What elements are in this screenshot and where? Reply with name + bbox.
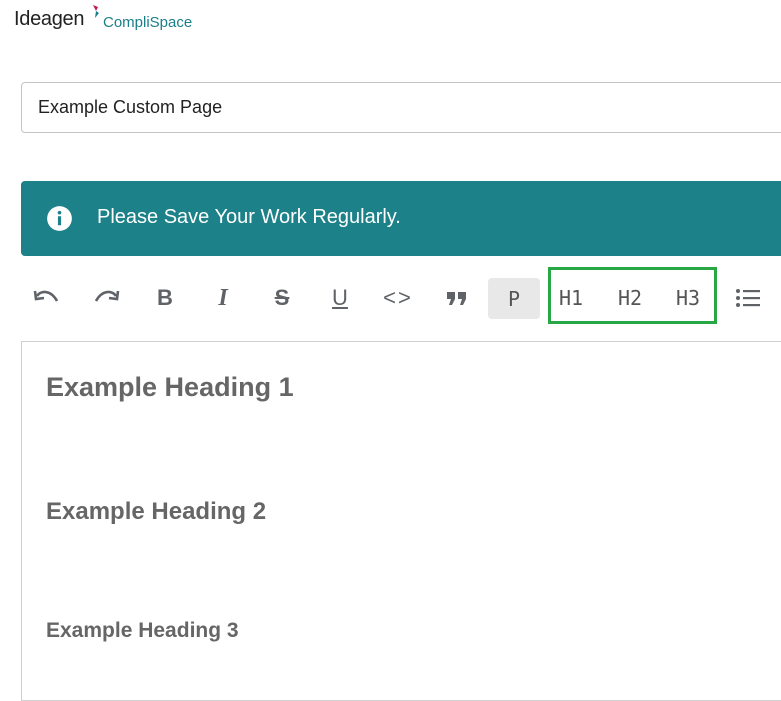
paragraph-button[interactable]: P <box>488 278 540 319</box>
bold-button[interactable]: B <box>139 276 191 320</box>
save-reminder-banner: Please Save Your Work Regularly. <box>21 181 781 256</box>
heading2-button[interactable]: H2 <box>604 276 656 320</box>
italic-button[interactable]: I <box>197 276 249 320</box>
redo-button[interactable] <box>80 276 132 320</box>
editor-content-area[interactable]: Example Heading 1 Example Heading 2 Exam… <box>21 341 781 701</box>
heading1-button[interactable]: H1 <box>545 276 597 320</box>
editor-toolbar: B I S U <> P H1 H2 H3 <box>21 276 781 320</box>
underline-icon: U <box>332 285 348 310</box>
example-heading-1: Example Heading 1 <box>46 372 294 402</box>
logo-mark-icon <box>93 5 99 18</box>
page-title-input[interactable] <box>21 82 781 133</box>
logo-product: CompliSpace <box>103 14 193 31</box>
strikethrough-icon: S <box>274 285 290 310</box>
undo-icon <box>33 290 59 302</box>
blockquote-button[interactable] <box>431 276 483 320</box>
heading1-label: H1 <box>558 286 584 310</box>
heading2-label: H2 <box>617 286 643 310</box>
info-icon <box>47 206 72 231</box>
bullet-list-icon <box>736 289 760 307</box>
bullet-list-button[interactable] <box>722 276 774 320</box>
banner-message: Please Save Your Work Regularly. <box>97 206 401 228</box>
example-heading-3: Example Heading 3 <box>46 619 239 642</box>
strikethrough-button[interactable]: S <box>256 276 308 320</box>
heading3-button[interactable]: H3 <box>662 276 714 320</box>
code-icon: <> <box>383 285 413 310</box>
heading3-label: H3 <box>675 286 701 310</box>
paragraph-label: P <box>507 286 521 311</box>
example-heading-2: Example Heading 2 <box>46 498 267 525</box>
logo-brand: Ideagen <box>14 8 85 30</box>
underline-button[interactable]: U <box>314 276 366 320</box>
blockquote-icon <box>447 292 466 305</box>
undo-button[interactable] <box>21 276 73 320</box>
italic-icon: I <box>218 284 228 311</box>
code-button[interactable]: <> <box>372 276 424 320</box>
redo-icon <box>94 290 120 302</box>
bold-icon: B <box>157 285 173 310</box>
